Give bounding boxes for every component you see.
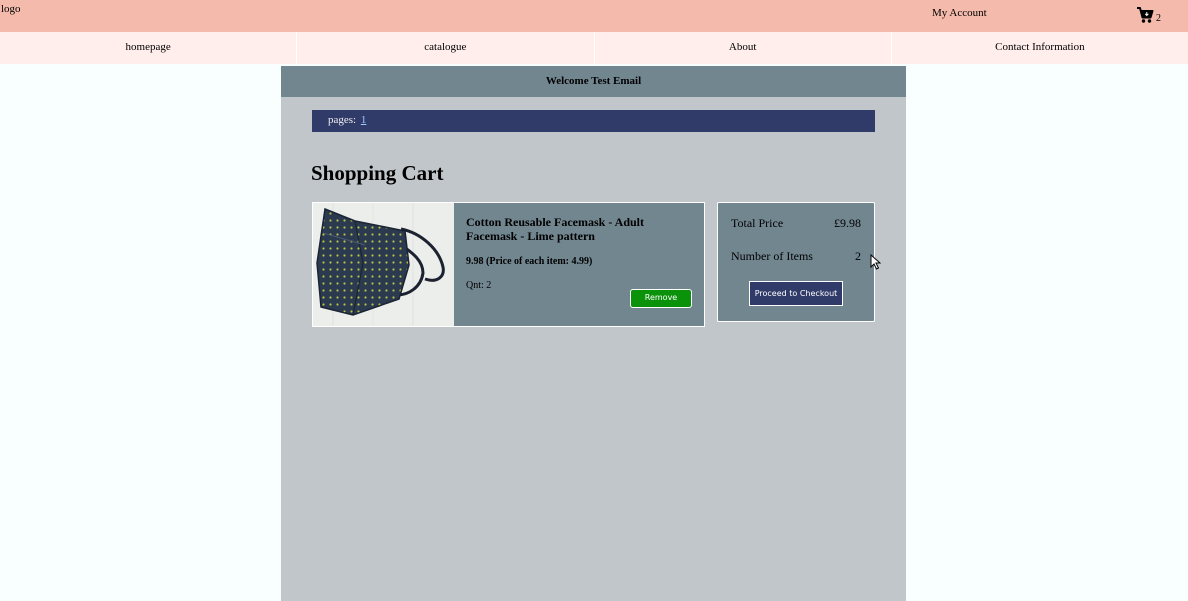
item-count-value: 2 — [855, 249, 861, 263]
nav-item-homepage[interactable]: homepage — [0, 32, 298, 64]
cart-link[interactable]: 2 — [1136, 5, 1161, 25]
main-panel: Welcome Test Email pages: 1 Shopping Car… — [281, 66, 906, 601]
page-link-1[interactable]: 1 — [361, 114, 367, 126]
nav-item-contact[interactable]: Contact Information — [892, 32, 1188, 64]
my-account-link[interactable]: My Account — [932, 7, 987, 19]
cart-count: 2 — [1156, 12, 1161, 24]
item-count-label: Number of Items — [731, 249, 813, 263]
pages-label: pages: — [328, 114, 357, 126]
total-price-label: Total Price — [731, 216, 784, 230]
cart-item: Cotton Reusable Facemask - Adult Facemas… — [312, 202, 705, 327]
product-name[interactable]: Cotton Reusable Facemask - Adult Facemas… — [466, 215, 681, 243]
cart-summary: Total Price £9.98 Number of Items 2 Proc… — [717, 202, 875, 322]
remove-button[interactable]: Remove — [630, 289, 692, 308]
main-nav: homepage catalogue About Contact Informa… — [0, 32, 1188, 64]
welcome-banner: Welcome Test Email — [281, 66, 906, 97]
cart-icon — [1136, 6, 1154, 24]
top-bar: logo My Account 2 — [0, 0, 1188, 32]
nav-item-catalogue[interactable]: catalogue — [297, 32, 595, 64]
total-price-value: £9.98 — [834, 216, 861, 230]
nav-item-about[interactable]: About — [595, 32, 892, 64]
mouse-pointer-icon — [870, 253, 882, 275]
product-image — [313, 203, 454, 326]
logo[interactable]: logo — [1, 3, 21, 15]
total-price-row: Total Price £9.98 — [731, 216, 861, 231]
product-quantity: Qnt: 2 — [466, 280, 492, 291]
page-title: Shopping Cart — [311, 161, 444, 185]
item-count-row: Number of Items 2 — [731, 249, 861, 264]
checkout-button[interactable]: Proceed to Checkout — [749, 281, 843, 306]
product-price: 9.98 (Price of each item: 4.99) — [466, 256, 593, 267]
pagination-bar: pages: 1 — [312, 110, 875, 132]
